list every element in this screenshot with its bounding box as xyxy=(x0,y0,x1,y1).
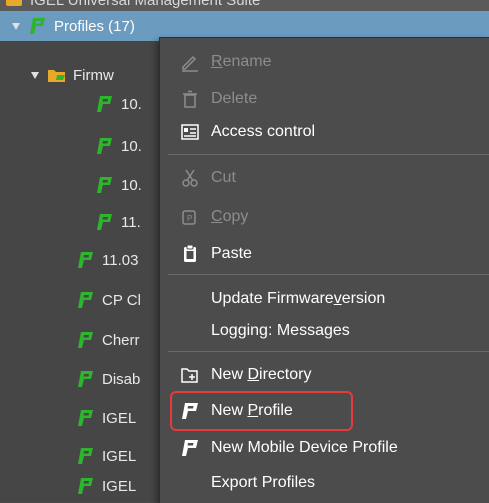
menu-item-paste[interactable]: Paste xyxy=(160,239,489,269)
menu-item-logging-messages[interactable]: Logging: Messages xyxy=(160,316,489,346)
menu-item-label: Update Firmwareversion xyxy=(211,290,386,307)
tree-item-label: CP Cl xyxy=(102,291,141,309)
menu-separator xyxy=(168,154,489,155)
menu-item-label: Paste xyxy=(211,245,252,262)
tree-item-label: Firmw xyxy=(73,66,114,84)
menu-item-cut[interactable]: Cut xyxy=(160,163,489,193)
copy-icon: P xyxy=(180,207,200,227)
tree-item-label: 11. xyxy=(121,213,141,231)
tree-item-label: IGEL xyxy=(102,409,137,427)
menu-item-label: New Mobile Device Profile xyxy=(211,439,398,456)
pencil-icon xyxy=(180,52,200,72)
menu-item-rename[interactable]: Rename xyxy=(160,47,489,77)
profile-icon xyxy=(76,446,96,466)
trash-icon xyxy=(180,89,200,109)
menu-item-label: New Directory xyxy=(211,366,312,383)
tree-item-label: 10. xyxy=(121,95,142,113)
menu-item-delete[interactable]: Delete xyxy=(160,84,489,114)
tree-item-label: Disab xyxy=(102,370,141,388)
menu-item-new-mobile-device-profile[interactable]: New Mobile Device Profile xyxy=(160,433,489,463)
profile-icon xyxy=(95,175,115,195)
menu-item-label: Copy xyxy=(211,208,249,225)
profile-icon xyxy=(76,476,96,496)
tree-item-label: 10. xyxy=(121,176,142,194)
new-folder-icon xyxy=(180,365,200,385)
scissors-icon xyxy=(180,168,200,188)
menu-separator xyxy=(168,274,489,275)
profile-icon xyxy=(95,94,115,114)
menu-item-new-directory[interactable]: New Directory xyxy=(160,360,489,390)
menu-item-export-profiles[interactable]: Export Profiles xyxy=(160,468,489,498)
profile-icon xyxy=(28,16,48,36)
tree-item-label: IGEL xyxy=(102,477,137,495)
profile-icon xyxy=(76,330,96,350)
menu-item-access-control[interactable]: Access control xyxy=(160,117,489,147)
expand-caret-icon[interactable] xyxy=(31,71,39,79)
expand-caret-icon[interactable] xyxy=(12,22,20,30)
profile-icon xyxy=(76,290,96,310)
menu-item-label: Cut xyxy=(211,169,236,186)
tree-item-label: Profiles (17) xyxy=(54,17,135,35)
firmware-folder-icon xyxy=(47,67,67,83)
menu-item-label: Logging: Messages xyxy=(211,322,350,339)
tree-top-item[interactable]: IGEL Universal Management Suite xyxy=(0,0,489,11)
profile-icon xyxy=(76,369,96,389)
menu-item-label: Delete xyxy=(211,90,258,107)
highlight-box xyxy=(170,391,353,431)
context-menu: Rename Delete Access control Cut P Copy … xyxy=(159,37,489,503)
tree-item-label: IGEL xyxy=(102,447,137,465)
svg-text:P: P xyxy=(187,214,192,223)
menu-separator xyxy=(168,351,489,352)
profile-icon xyxy=(76,408,96,428)
access-control-icon xyxy=(180,122,200,142)
menu-item-label: Rename xyxy=(211,53,272,70)
menu-item-label: Access control xyxy=(211,123,316,140)
profile-icon xyxy=(95,212,115,232)
menu-item-label: Export Profiles xyxy=(211,474,316,491)
tree-item-label: Cherr xyxy=(102,331,140,349)
clipboard-icon xyxy=(180,244,200,264)
tree-top-item-label: IGEL Universal Management Suite xyxy=(30,0,261,9)
menu-item-update-firmware[interactable]: Update Firmwareversion xyxy=(160,284,489,314)
menu-item-copy[interactable]: P Copy xyxy=(160,202,489,232)
profile-icon xyxy=(180,438,200,458)
folder-icon xyxy=(6,0,22,6)
tree-item-label: 10. xyxy=(121,137,142,155)
profile-icon xyxy=(76,250,96,270)
profile-icon xyxy=(95,136,115,156)
tree-item-label: 11.03 xyxy=(102,251,139,269)
